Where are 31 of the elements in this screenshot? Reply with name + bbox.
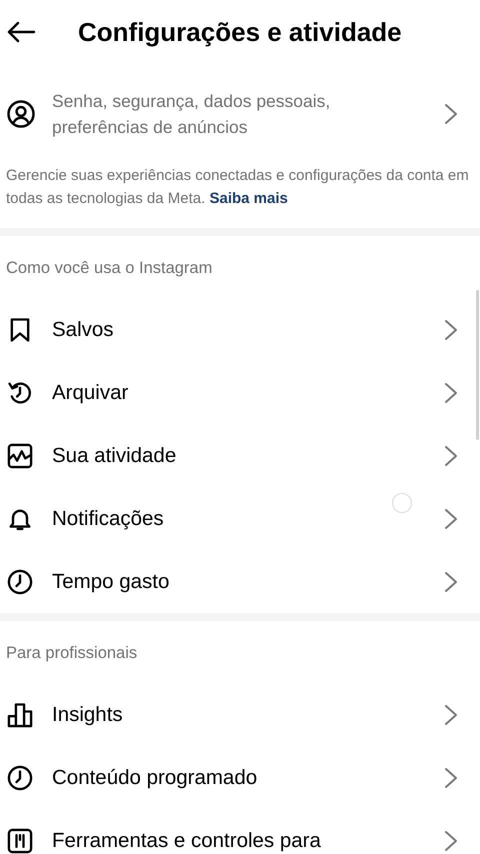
user-icon [6,99,36,129]
learn-more-link[interactable]: Saiba mais [209,190,288,207]
chevron-icon [444,318,458,340]
menu-item[interactable]: Sua atividade [0,424,474,487]
menu-item[interactable]: Tempo gasto [0,550,474,613]
menu-item[interactable]: Salvos [0,298,474,361]
menu-item[interactable]: Notificações [0,487,474,550]
section-heading: Como você usa o Instagram [5,258,214,279]
bar-chart-icon [6,700,34,728]
chevron-icon [444,508,458,530]
chevron-icon [444,830,458,852]
description-text: Gerencie suas experiências conectadas e configurações da conta em todas as tecnologias da Meta. Saiba mais [6,166,470,209]
chevron-icon [444,444,458,466]
chevron-icon [444,382,458,404]
chevron-icon [444,766,458,788]
section-heading: Para profissionais [5,643,138,664]
menu-item[interactable]: Conteúdo programado [0,746,474,809]
chevron-icon [444,704,458,726]
page-title: Configurações e atividade [78,16,402,48]
clock-icon [6,568,34,596]
menu-item[interactable]: Insights [0,683,474,746]
toolbox-icon [6,826,34,854]
chevron-icon [444,103,458,125]
chevron-icon [444,570,458,592]
activity-icon [6,442,34,470]
account-center-item[interactable]: Senha, segurança, dados pessoais, preferências de anúncios [0,64,480,140]
clock-icon [6,764,34,792]
menu-item[interactable]: Ferramentas e controles para [0,809,474,854]
menu-item[interactable]: Arquivar [0,361,474,424]
account-center-description: Senha, segurança, dados pessoais, preferências de anúncios [52,90,332,139]
touch-indicator [392,493,412,513]
